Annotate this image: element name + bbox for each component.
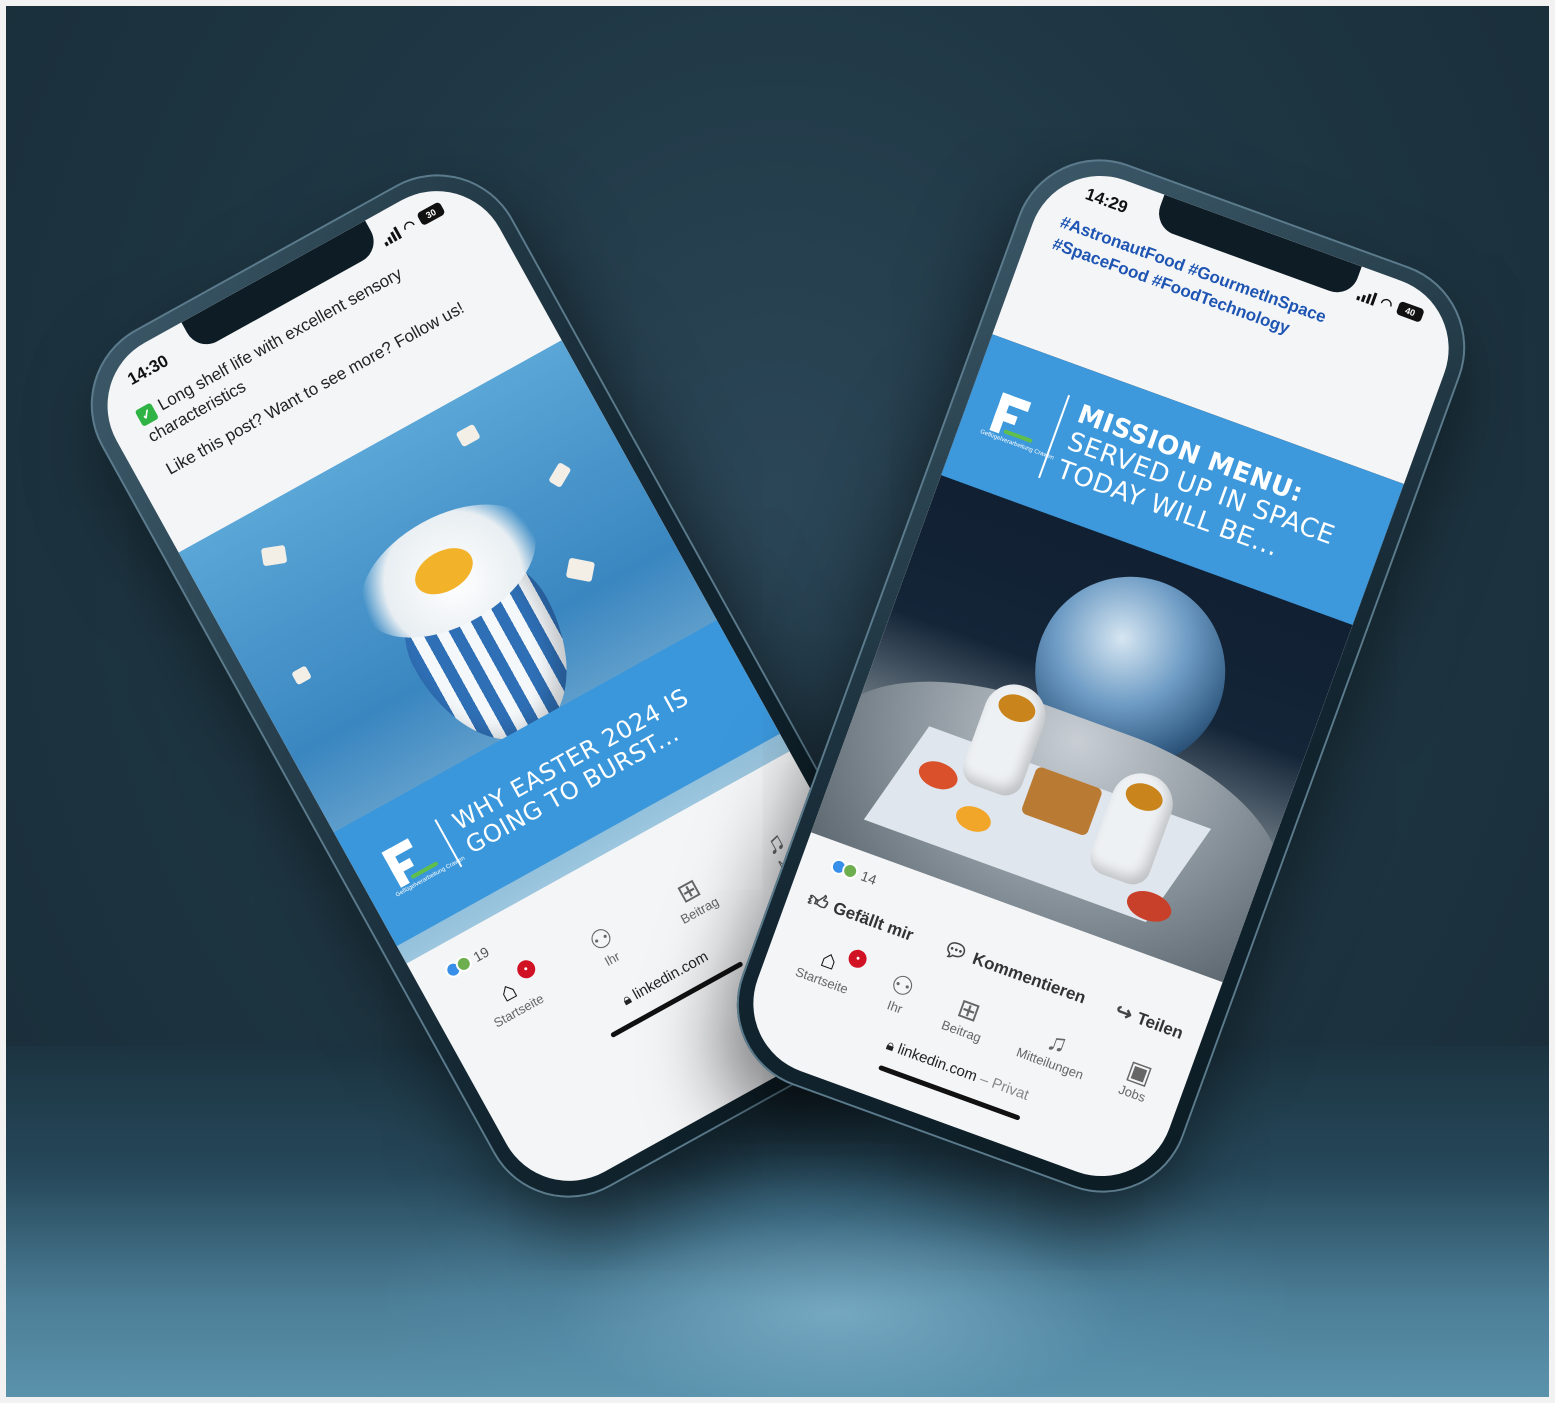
like-label: Gefällt mir [830,897,917,945]
reaction-count: 14 [858,867,879,888]
url-text: linkedin.com [629,947,712,1004]
like-button[interactable]: 👍︎ Gefällt mir [804,886,917,947]
nav-ihr[interactable]: ⚇ Ihr [881,968,918,1018]
post-banner: Geflügelverarbeitung Crawen MISSION MENU… [941,334,1404,625]
battery-icon: 30 [416,201,446,227]
nav-startseite[interactable]: ⌂ • Startseite [793,938,870,997]
phone-right-screen: 14:29 ◠ 40 #AstronautFood #GourmetInSpac… [733,155,1469,1197]
company-logo: Geflügelverarbeitung Crawen [372,826,466,904]
nav-ihr[interactable]: ⚇ Ihr [584,920,626,971]
wifi-icon: ◠ [399,215,419,236]
reaction-count: 19 [470,943,492,966]
notification-badge: • [513,957,539,982]
shell-fragment [455,423,481,448]
home-icon: ⌂ [816,942,843,977]
reaction-summary[interactable]: 19 [442,943,492,981]
lock-icon: 🔒︎ [883,1036,898,1056]
banner-headline: MISSION MENU: SERVED UP IN SPACE TODAY W… [1038,395,1394,596]
notification-badge: • [846,947,870,971]
add-post-icon: ⊞ [953,992,985,1028]
status-time: 14:30 [124,351,172,389]
shell-fragment [260,544,288,567]
company-logo: Geflügelverarbeitung Crawen [977,384,1055,461]
comment-label: Kommentieren [970,948,1089,1007]
thumbs-up-icon: 👍︎ [804,887,832,916]
cellular-signal-icon [380,226,402,247]
shell-fragment [548,461,572,489]
share-label: Teilen [1134,1008,1186,1043]
mockup-background: 14:30 ◠ 30 ✓Long shelf life with excelle… [0,0,1555,1403]
shell-fragment [565,557,596,583]
shell-fragment [291,665,312,686]
reaction-summary[interactable]: 14 [828,856,879,888]
battery-icon: 40 [1395,300,1425,323]
post-image-space-picnic[interactable]: Geflügelverarbeitung Crawen MISSION MENU… [811,334,1404,983]
url-private-suffix: – Privat [977,1070,1032,1104]
nav-beitrag[interactable]: ⊞ Beitrag [939,991,992,1045]
share-arrow-icon: ↪ [1112,999,1136,1027]
nav-mitteilungen[interactable]: ♫ Mitteilungen [1014,1018,1095,1083]
status-time: 14:29 [1082,184,1131,218]
share-button[interactable]: ↪ Teilen [1112,998,1187,1046]
wifi-icon: ◠ [1378,293,1396,313]
comment-icon: 💬︎ [939,937,972,967]
cellular-signal-icon [1356,287,1378,306]
nav-beitrag[interactable]: ⊞ Beitrag [664,869,721,927]
nav-jobs[interactable]: ▣ Jobs [1117,1054,1158,1105]
floor-reflection [386,1156,1286,1397]
nav-startseite[interactable]: ⌂ • Startseite [477,957,546,1030]
bell-icon: ♫ [1043,1024,1072,1060]
